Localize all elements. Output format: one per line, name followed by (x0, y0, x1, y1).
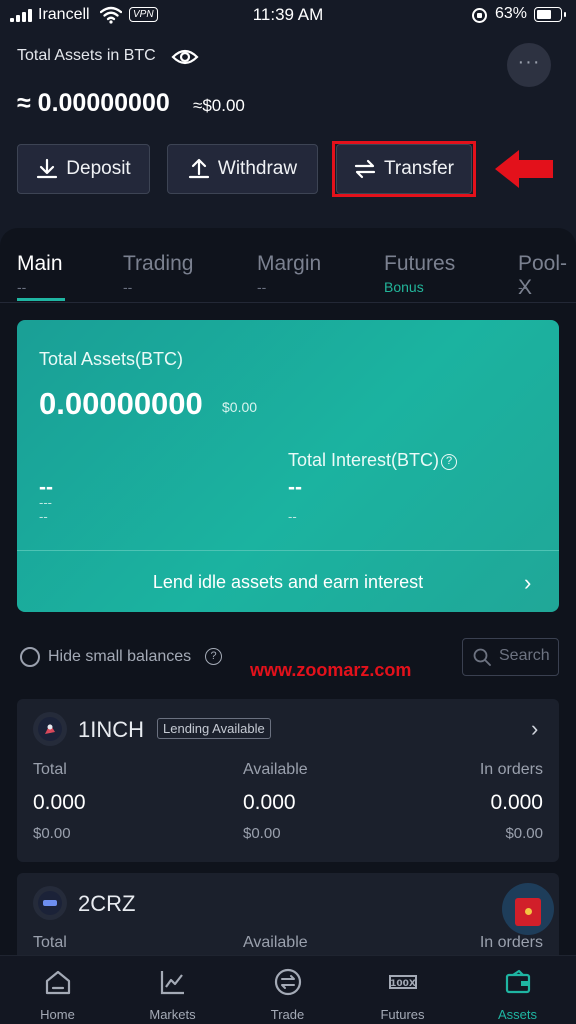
lend-idle-assets-link[interactable]: Lend idle assets and earn interest (17, 572, 559, 593)
tab-main[interactable]: Main (17, 252, 63, 276)
swap-circle-icon (274, 968, 302, 996)
withdraw-button[interactable]: Withdraw (167, 144, 318, 194)
eye-icon[interactable] (171, 46, 199, 68)
deposit-button[interactable]: Deposit (17, 144, 150, 194)
wallet-icon (505, 969, 531, 994)
available-value: 0.000 (243, 791, 296, 814)
tab-divider (0, 302, 576, 303)
tab-margin-value: -- (257, 279, 267, 295)
total-usd: $0.00 (33, 825, 71, 842)
hide-small-balances-label[interactable]: Hide small balances (48, 648, 191, 666)
help-icon[interactable]: ? (205, 648, 222, 665)
transfer-highlight-box (332, 141, 476, 197)
watermark-text: www.zoomarz.com (250, 660, 412, 680)
bottom-navigation: Home Markets Trade 100X Futures Assets (0, 955, 576, 1024)
tab-pool-x-value: -- (518, 279, 528, 295)
card-total-usd: $0.00 (222, 399, 258, 415)
chevron-right-icon[interactable]: › (524, 570, 531, 596)
download-icon (37, 158, 58, 179)
chart-icon (160, 971, 184, 995)
total-header: Total (33, 934, 67, 951)
tab-trading[interactable]: Trading (123, 252, 193, 276)
total-balance: ≈ 0.00000000 (17, 89, 170, 117)
more-options-button[interactable]: ··· (507, 43, 551, 87)
withdraw-label: Withdraw (217, 158, 298, 179)
home-icon (45, 970, 71, 995)
nav-assets-label: Assets (497, 1007, 537, 1022)
chevron-right-icon[interactable]: › (531, 716, 538, 742)
deposit-label: Deposit (66, 158, 131, 179)
in-orders-header: In orders (479, 761, 543, 778)
total-interest-label: Total Interest(BTC)? (288, 450, 458, 471)
tab-futures[interactable]: Futures (384, 252, 455, 276)
100x-icon: 100X (389, 975, 417, 989)
active-tab-indicator (17, 298, 65, 301)
help-icon[interactable]: ? (441, 454, 458, 470)
nav-markets-label: Markets (149, 1007, 196, 1022)
card-total-assets-label: Total Assets(BTC) (39, 349, 184, 369)
rotation-lock-icon (472, 8, 487, 23)
available-usd: $0.00 (243, 825, 281, 842)
available-header: Available (243, 934, 308, 951)
clock: 11:39 AM (252, 5, 324, 24)
battery-icon (534, 7, 566, 22)
card-interest-value: -- (288, 476, 302, 499)
lending-available-badge: Lending Available (157, 718, 271, 739)
in-orders-usd: $0.00 (505, 825, 543, 842)
in-orders-value: 0.000 (490, 791, 543, 814)
red-pointer-arrow-icon (495, 150, 553, 188)
card-left-usd: -- (39, 509, 48, 524)
nav-futures[interactable]: 100X Futures (345, 956, 460, 1024)
total-balance-usd: ≈$0.00 (193, 96, 245, 115)
card-left-sub: --- (39, 495, 52, 510)
nav-markets[interactable]: Markets (115, 956, 230, 1024)
available-header: Available (243, 761, 308, 778)
tab-trading-value: -- (123, 279, 133, 295)
coin-name: 2CRZ (78, 891, 136, 916)
hide-small-balances-radio[interactable] (20, 647, 40, 667)
asset-card-1inch[interactable]: 1INCH Lending Available › Total Availabl… (17, 699, 559, 862)
battery-percent: 63% (495, 5, 528, 22)
nav-trade[interactable]: Trade (230, 956, 345, 1024)
nav-home-label: Home (40, 1007, 75, 1022)
card-total-balance: 0.00000000 (39, 386, 203, 421)
total-value: 0.000 (33, 791, 86, 814)
coin-logo-icon (33, 712, 67, 746)
status-bar: Irancell VPN 11:39 AM 63% (0, 0, 576, 30)
svg-text:100X: 100X (390, 979, 416, 989)
nav-trade-label: Trade (270, 1007, 305, 1022)
nav-futures-label: Futures (380, 1007, 425, 1022)
nav-assets[interactable]: Assets (460, 956, 575, 1024)
tab-main-value: -- (17, 279, 27, 295)
upload-icon (188, 158, 210, 179)
tab-futures-bonus: Bonus (384, 279, 424, 295)
search-placeholder: Search (499, 647, 550, 664)
tab-margin[interactable]: Margin (257, 252, 321, 276)
total-assets-label: Total Assets in BTC (17, 47, 156, 64)
in-orders-header: In orders (479, 934, 543, 951)
coin-logo-icon (33, 886, 67, 920)
card-interest-usd: -- (288, 509, 297, 524)
card-divider (17, 550, 559, 551)
coin-name: 1INCH (78, 717, 145, 742)
nav-home[interactable]: Home (0, 956, 115, 1024)
envelope-seal (525, 908, 532, 915)
total-header: Total (33, 761, 67, 778)
search-icon (473, 648, 491, 666)
